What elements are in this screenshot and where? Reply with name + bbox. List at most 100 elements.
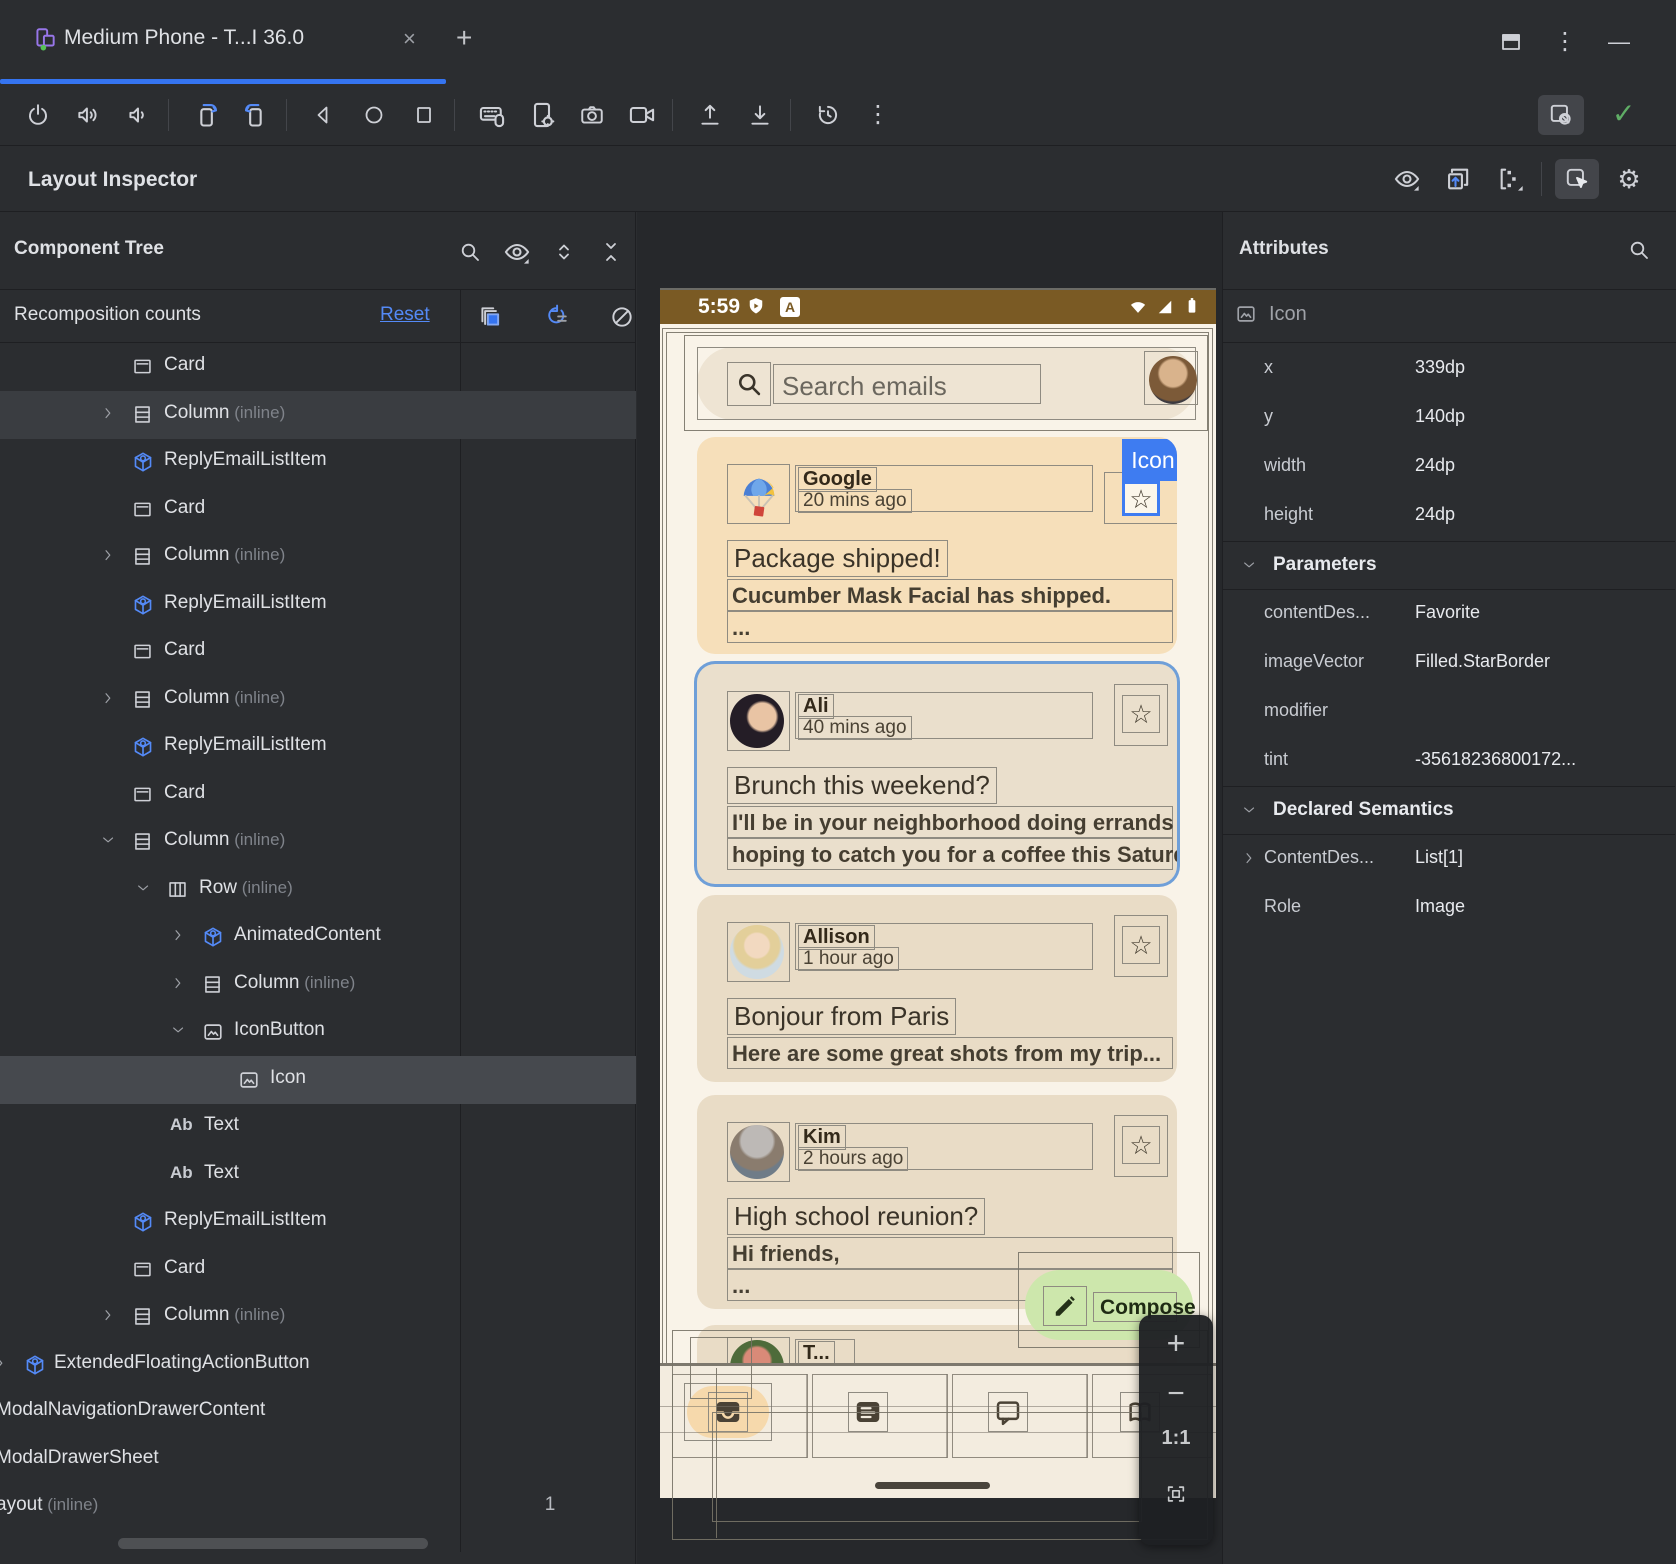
inbox-nav-icon[interactable] <box>708 1392 748 1432</box>
layer-tree-options-button[interactable] <box>1489 159 1533 199</box>
attr-group-header[interactable]: Parameters <box>1223 541 1675 590</box>
chevron-down-icon[interactable] <box>135 880 153 903</box>
visibility-options-button[interactable] <box>499 236 535 268</box>
chat-nav-icon[interactable] <box>988 1392 1028 1432</box>
tree-row[interactable]: ModalDrawerSheet <box>0 1436 636 1484</box>
tree-row[interactable]: ReplyEmailListItem <box>0 1198 636 1246</box>
star-icon[interactable]: ☆ <box>1122 1126 1160 1164</box>
expand-all-button[interactable] <box>546 236 582 268</box>
tree-row[interactable]: Column (inline) <box>0 818 636 866</box>
tree-row[interactable]: AnimatedContent <box>0 913 636 961</box>
email-card[interactable]: Ali40 mins ago☆Brunch this weekend?I'll … <box>697 664 1177 884</box>
email-card[interactable]: Google20 mins agoIcon☆Package shipped!Cu… <box>697 437 1177 654</box>
tree-row[interactable]: ReplyEmailListItem <box>0 581 636 629</box>
kebab-button[interactable]: ⋮ <box>858 97 898 133</box>
chevron-down-icon[interactable] <box>1241 557 1259 575</box>
tree-row[interactable]: Column (inline) <box>0 1293 636 1341</box>
tree-row[interactable]: ModalNavigationDrawerContent <box>0 1388 636 1436</box>
zoom-reset-button[interactable]: 1:1 <box>1139 1427 1213 1450</box>
restore-window-button[interactable] <box>1495 26 1527 58</box>
rotate-right-button[interactable] <box>236 97 276 133</box>
star-icon[interactable]: ☆ <box>1122 695 1160 733</box>
collapse-all-button[interactable] <box>593 236 629 268</box>
device-settings-button[interactable] <box>522 97 562 133</box>
kebab-button[interactable]: ⋮ <box>1549 26 1581 58</box>
export-snapshot-button[interactable] <box>1437 159 1481 199</box>
star-icon-selected[interactable]: ☆ <box>1122 481 1160 516</box>
tree-row[interactable]: Column (inline) <box>0 391 636 439</box>
copy-counts-button[interactable] <box>472 301 508 333</box>
chevron-right-icon[interactable] <box>170 975 188 998</box>
star-icon[interactable]: ☆ <box>1122 926 1160 964</box>
tree-row[interactable]: Card <box>0 771 636 819</box>
recomposition-highlight-button[interactable] <box>538 301 574 333</box>
visibility-options-button[interactable] <box>1385 159 1429 199</box>
tab-title[interactable]: Medium Phone - T...I 36.0 <box>64 26 304 50</box>
zoom-in-button[interactable]: + <box>1139 1325 1213 1362</box>
tree-row[interactable]: Column (inline) <box>0 533 636 581</box>
screenshot-camera-button[interactable] <box>572 97 612 133</box>
attr-value: Favorite <box>1415 602 1480 623</box>
gear-button[interactable]: ⚙ <box>1607 159 1651 199</box>
chevron-right-icon[interactable] <box>1241 850 1259 868</box>
tree-row[interactable]: ReplyEmailListItem <box>0 723 636 771</box>
chevron-right-icon[interactable] <box>0 1355 10 1378</box>
tree-row[interactable]: Row (inline) <box>0 866 636 914</box>
tree-row[interactable]: AbText <box>0 1151 636 1199</box>
volume-down-button[interactable] <box>118 97 158 133</box>
check-icon[interactable]: ✓ <box>1612 97 1635 130</box>
power-button[interactable] <box>18 97 58 133</box>
zoom-out-button[interactable]: − <box>1139 1377 1213 1411</box>
disable-counts-button[interactable] <box>604 301 640 333</box>
tree-row[interactable]: Card <box>0 1246 636 1294</box>
email-card[interactable]: Allison1 hour ago☆Bonjour from ParisHere… <box>697 895 1177 1082</box>
tree-row-label: Text <box>204 1162 239 1184</box>
tree-row[interactable]: Column (inline) <box>0 961 636 1009</box>
column-icon <box>132 546 153 567</box>
device-screenshot[interactable]: 5:59 A Search emails Google20 mins agoIc… <box>660 288 1216 1498</box>
attr-row[interactable]: ContentDes...List[1] <box>1223 835 1675 884</box>
download-button[interactable] <box>740 97 780 133</box>
new-tab-button[interactable]: + <box>456 22 472 54</box>
search-button[interactable] <box>452 236 488 268</box>
tree-row[interactable]: Card <box>0 343 636 391</box>
back-button[interactable] <box>304 97 344 133</box>
tree-row[interactable]: AbText <box>0 1103 636 1151</box>
horizontal-scrollbar[interactable] <box>118 1538 428 1549</box>
upload-button[interactable] <box>690 97 730 133</box>
fit-screen-button[interactable] <box>1163 1483 1189 1505</box>
tree-row[interactable]: ExtendedFloatingActionButton <box>0 1341 636 1389</box>
chevron-right-icon[interactable] <box>170 927 188 950</box>
volume-up-button[interactable] <box>68 97 108 133</box>
tree-row[interactable]: Card <box>0 628 636 676</box>
inline-suffix: (inline) <box>229 403 285 422</box>
pick-component-button[interactable] <box>1555 159 1599 199</box>
profile-avatar[interactable] <box>1149 356 1197 404</box>
tree-row[interactable]: Icon <box>0 1056 636 1104</box>
overview-button[interactable] <box>404 97 444 133</box>
chevron-down-icon[interactable] <box>170 1022 188 1045</box>
chevron-right-icon[interactable] <box>100 1307 118 1330</box>
reset-button[interactable] <box>808 97 848 133</box>
home-button[interactable] <box>354 97 394 133</box>
attr-group-header[interactable]: Declared Semantics <box>1223 786 1675 835</box>
search-icon[interactable] <box>1627 238 1651 262</box>
keyboard-input-button[interactable] <box>472 97 512 133</box>
minimize-button[interactable]: — <box>1603 26 1635 58</box>
screen-record-button[interactable] <box>622 97 662 133</box>
chevron-down-icon[interactable] <box>100 832 118 855</box>
chevron-right-icon[interactable] <box>100 690 118 713</box>
close-tab-icon[interactable]: × <box>403 26 416 52</box>
chevron-down-icon[interactable] <box>1241 802 1259 820</box>
article-nav-icon[interactable] <box>848 1392 888 1432</box>
rotate-left-button[interactable] <box>186 97 226 133</box>
tree-row[interactable]: ReplyEmailListItem <box>0 438 636 486</box>
tree-row[interactable]: ayout (inline)1 <box>0 1483 636 1531</box>
inspect-window-button[interactable] <box>1538 95 1584 135</box>
chevron-right-icon[interactable] <box>100 547 118 570</box>
tree-row[interactable]: Column (inline) <box>0 676 636 724</box>
tree-row[interactable]: IconButton <box>0 1008 636 1056</box>
chevron-right-icon[interactable] <box>100 405 118 428</box>
tree-row[interactable]: Card <box>0 486 636 534</box>
reset-counts-link[interactable]: Reset <box>380 304 430 326</box>
